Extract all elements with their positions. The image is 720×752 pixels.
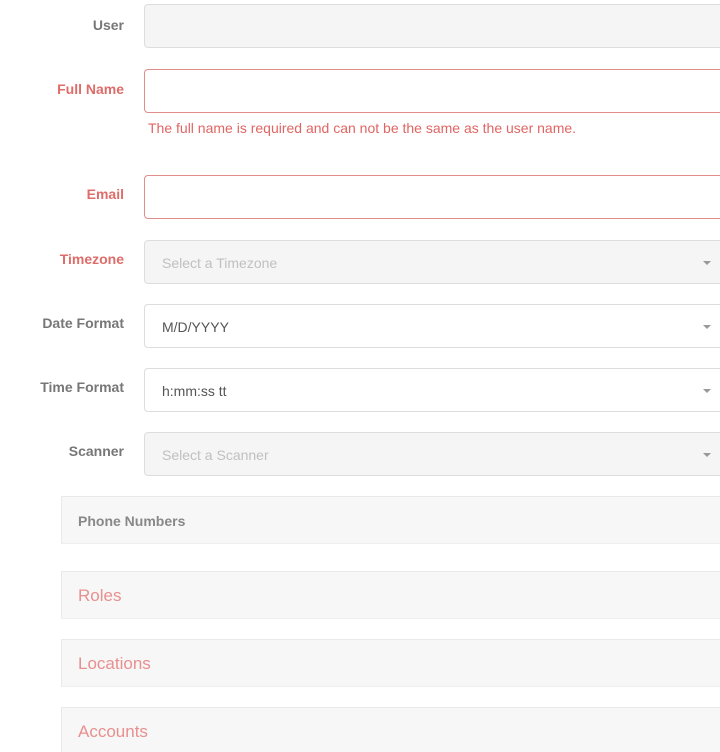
date-format-select-value: M/D/YYYY [162,319,229,335]
date-format-label: Date Format [42,315,124,331]
roles-panel-title: Roles [78,586,122,605]
full-name-input[interactable] [144,69,720,113]
scanner-select[interactable]: Select a Scanner [144,432,720,476]
accounts-panel-header[interactable]: Accounts [61,707,720,752]
timezone-select-placeholder: Select a Timezone [162,255,278,271]
chevron-down-icon [703,389,711,393]
user-edit-form: User Full Name The full name is required… [0,0,720,752]
email-label: Email [86,186,124,202]
timezone-select[interactable]: Select a Timezone [144,240,720,284]
full-name-label: Full Name [57,81,124,97]
accounts-panel-title: Accounts [78,722,148,741]
full-name-error-message: The full name is required and can not be… [148,120,577,136]
date-format-select[interactable]: M/D/YYYY [144,304,720,348]
phone-numbers-panel-title: Phone Numbers [78,513,186,529]
user-input[interactable] [144,4,720,48]
chevron-down-icon [703,453,711,457]
chevron-down-icon [703,261,711,265]
phone-numbers-panel-header[interactable]: Phone Numbers [61,496,720,544]
chevron-down-icon [703,325,711,329]
user-label: User [92,17,124,33]
locations-panel-title: Locations [78,654,151,673]
roles-panel-header[interactable]: Roles [61,571,720,619]
scanner-label: Scanner [68,443,124,459]
timezone-label: Timezone [59,251,124,267]
time-format-select-value: h:mm:ss tt [162,383,227,399]
time-format-select[interactable]: h:mm:ss tt [144,368,720,412]
time-format-label: Time Format [40,379,124,395]
locations-panel-header[interactable]: Locations [61,639,720,687]
email-input[interactable] [144,175,720,219]
scanner-select-placeholder: Select a Scanner [162,447,269,463]
